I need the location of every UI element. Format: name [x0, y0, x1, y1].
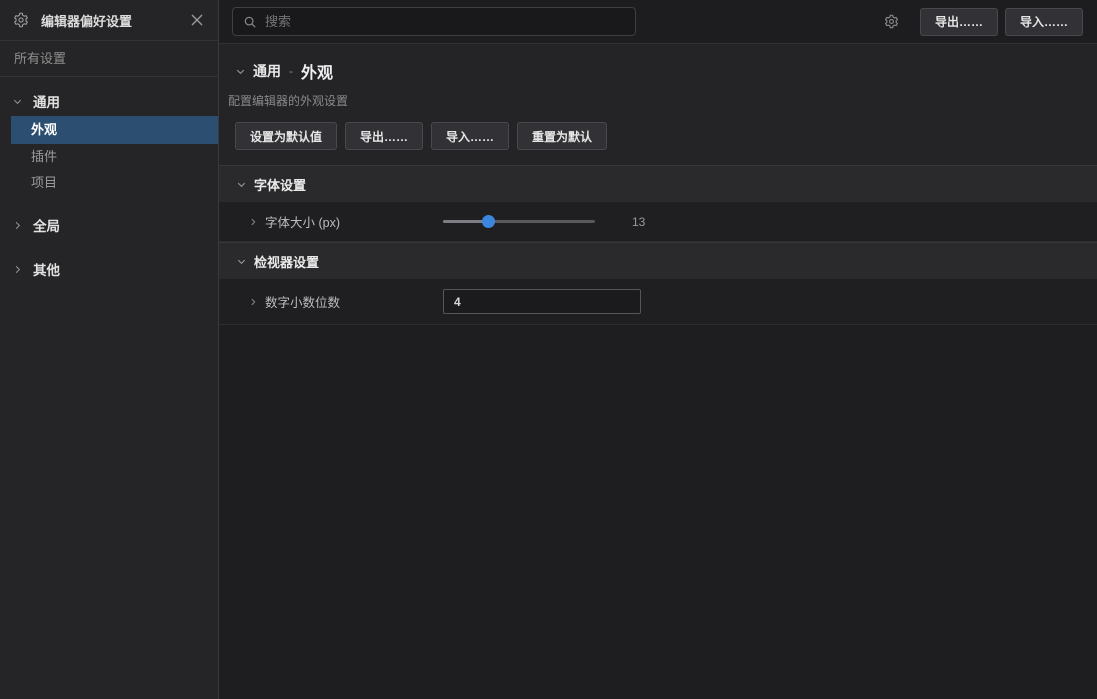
font-size-slider[interactable]	[443, 215, 595, 229]
export-button[interactable]: 导出……	[920, 8, 998, 36]
section-header-font-settings[interactable]: 字体设置	[219, 165, 1097, 202]
sidebar-group-label: 全局	[33, 215, 60, 235]
sidebar-item-project[interactable]: 项目	[0, 170, 218, 196]
empty-area	[219, 325, 1097, 699]
page-actions: 设置为默认值 导出…… 导入…… 重置为默认	[235, 122, 1097, 150]
section-font-settings: 字体设置 字体大小 (px) 13	[219, 165, 1097, 242]
import-button[interactable]: 导入……	[1005, 8, 1083, 36]
chevron-down-icon	[236, 256, 247, 267]
chevron-right-icon	[12, 220, 25, 231]
section-title: 检视器设置	[254, 252, 319, 271]
sidebar-group-global[interactable]: 全局	[0, 210, 218, 240]
sidebar-item-all-settings[interactable]: 所有设置	[0, 41, 218, 77]
chevron-right-icon	[12, 264, 25, 275]
setting-row-font-size: 字体大小 (px) 13	[219, 202, 1097, 242]
sidebar: 编辑器偏好设置 所有设置 通用 外观 插件 项目 全局	[0, 0, 219, 699]
page-header: 通用 - 外观 配置编辑器的外观设置 设置为默认值 导出…… 导入…… 重置为默…	[219, 44, 1097, 165]
window-titlebar: 编辑器偏好设置	[0, 0, 218, 41]
search-icon	[243, 15, 257, 29]
main-panel: 导出…… 导入…… 通用 - 外观 配置编辑器的外观设置 设置为默认值 导出………	[219, 0, 1097, 699]
breadcrumb: 通用 - 外观	[219, 59, 1097, 83]
preferences-window: 编辑器偏好设置 所有设置 通用 外观 插件 项目 全局	[0, 0, 1097, 699]
window-title: 编辑器偏好设置	[41, 11, 188, 30]
font-size-value: 13	[632, 215, 645, 229]
section-title: 字体设置	[254, 175, 306, 194]
chevron-right-icon[interactable]	[248, 297, 258, 307]
setting-label: 字体大小 (px)	[265, 212, 443, 231]
sidebar-group-general[interactable]: 通用	[0, 86, 218, 116]
chevron-down-icon	[12, 96, 25, 107]
topbar: 导出…… 导入……	[219, 0, 1097, 44]
sidebar-group-other[interactable]: 其他	[0, 254, 218, 284]
setting-label: 数字小数位数	[265, 292, 443, 311]
import-settings-button[interactable]: 导入……	[431, 122, 509, 150]
settings-content: 通用 - 外观 配置编辑器的外观设置 设置为默认值 导出…… 导入…… 重置为默…	[219, 44, 1097, 699]
breadcrumb-group: 通用	[253, 61, 281, 81]
chevron-down-icon	[236, 179, 247, 190]
search-input[interactable]	[265, 14, 627, 29]
sidebar-item-appearance[interactable]: 外观	[11, 116, 218, 144]
sidebar-item-plugins[interactable]: 插件	[0, 144, 218, 170]
page-title: 外观	[301, 59, 333, 83]
section-inspector-settings: 检视器设置 数字小数位数	[219, 242, 1097, 325]
sidebar-group-label: 通用	[33, 91, 60, 111]
settings-gear-icon[interactable]	[884, 14, 899, 29]
section-header-inspector-settings[interactable]: 检视器设置	[219, 242, 1097, 279]
chevron-right-icon[interactable]	[248, 217, 258, 227]
breadcrumb-separator: -	[289, 64, 293, 78]
search-box[interactable]	[232, 7, 636, 36]
slider-thumb[interactable]	[482, 215, 495, 228]
sidebar-nav: 通用 外观 插件 项目 全局 其他	[0, 77, 218, 284]
chevron-down-icon[interactable]	[235, 66, 246, 77]
close-icon[interactable]	[188, 11, 206, 29]
gear-icon	[13, 12, 29, 28]
setting-row-decimal-places: 数字小数位数	[219, 279, 1097, 325]
decimal-places-input[interactable]	[443, 289, 641, 314]
reset-default-button[interactable]: 重置为默认	[517, 122, 607, 150]
sidebar-group-label: 其他	[33, 259, 60, 279]
set-default-button[interactable]: 设置为默认值	[235, 122, 337, 150]
export-settings-button[interactable]: 导出……	[345, 122, 423, 150]
page-description: 配置编辑器的外观设置	[228, 92, 1097, 109]
